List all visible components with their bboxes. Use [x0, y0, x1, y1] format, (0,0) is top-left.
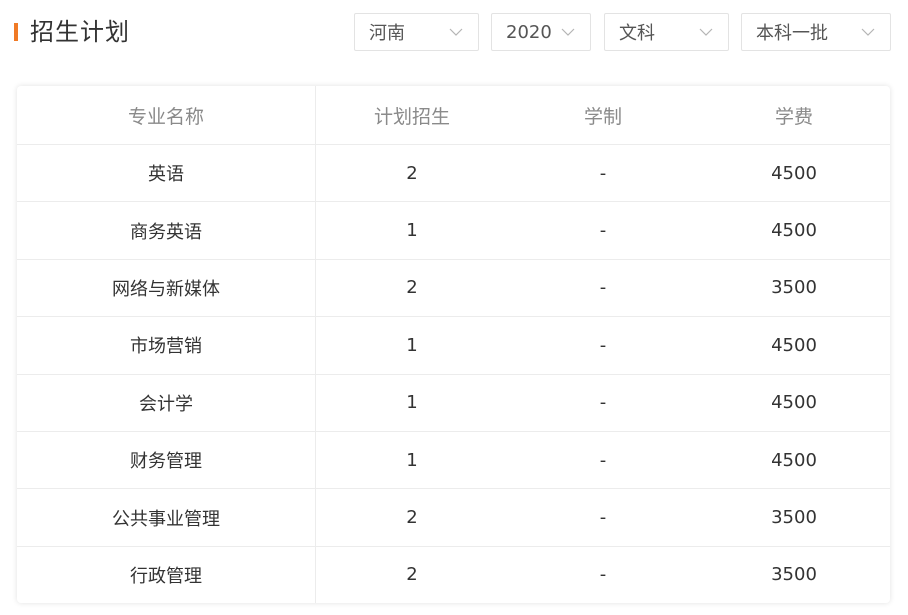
column-header-fee: 学费	[774, 105, 813, 128]
subject-select-value: 文科	[619, 23, 655, 44]
chevron-down-icon	[860, 27, 876, 37]
plan-cell: 2	[406, 162, 418, 184]
table-row: 市场营销 1 - 4500	[17, 316, 890, 374]
plan-cell: 2	[406, 564, 418, 586]
major-cell: 行政管理	[17, 546, 316, 603]
major-cell: 会计学	[17, 374, 316, 431]
table-row: 公共事业管理 2 - 3500	[17, 488, 890, 546]
year-select-value: 2020	[506, 21, 552, 43]
fee-cell: 3500	[771, 507, 817, 529]
page-title: 招生计划	[30, 18, 130, 46]
table-row: 行政管理 2 - 3500	[17, 545, 890, 603]
fee-cell: 3500	[771, 564, 817, 586]
subject-select[interactable]: 文科	[604, 13, 729, 51]
fee-cell: 3500	[771, 277, 817, 299]
page: 招生计划 河南 2020 文科 本科一批 专业名称 计划招生 学制 学费 英语 …	[0, 0, 908, 615]
major-cell: 商务英语	[17, 202, 316, 259]
batch-select[interactable]: 本科一批	[741, 13, 891, 51]
major-cell: 财务管理	[17, 431, 316, 489]
plan-cell: 2	[406, 277, 418, 299]
enrollment-plan-table: 专业名称 计划招生 学制 学费 英语 2 - 4500 商务英语 1 - 450…	[17, 86, 890, 603]
table-row: 商务英语 1 - 4500	[17, 201, 890, 259]
table-row: 网络与新媒体 2 - 3500	[17, 258, 890, 317]
table-row: 英语 2 - 4500	[17, 144, 890, 202]
major-cell: 公共事业管理	[17, 489, 316, 546]
duration-cell: -	[599, 277, 607, 299]
chevron-down-icon	[448, 27, 464, 37]
duration-cell: -	[599, 507, 607, 529]
plan-cell: 1	[406, 334, 418, 356]
fee-cell: 4500	[771, 449, 817, 471]
plan-cell: 1	[406, 449, 418, 471]
table-row: 财务管理 1 - 4500	[17, 430, 890, 489]
chevron-down-icon	[560, 27, 576, 37]
fee-cell: 4500	[771, 220, 817, 242]
major-cell: 英语	[17, 145, 316, 202]
title-accent-bar	[14, 23, 18, 41]
fee-cell: 4500	[771, 392, 817, 414]
duration-cell: -	[599, 162, 607, 184]
duration-cell: -	[599, 449, 607, 471]
duration-cell: -	[599, 564, 607, 586]
duration-cell: -	[599, 220, 607, 242]
column-header-major: 专业名称	[17, 86, 316, 144]
major-cell: 网络与新媒体	[17, 259, 316, 317]
chevron-down-icon	[698, 27, 714, 37]
section-header: 招生计划 河南 2020 文科 本科一批	[0, 0, 908, 70]
plan-cell: 2	[406, 507, 418, 529]
table-row: 会计学 1 - 4500	[17, 373, 890, 431]
duration-cell: -	[599, 392, 607, 414]
major-cell: 市场营销	[17, 317, 316, 374]
plan-cell: 1	[406, 220, 418, 242]
title-wrap: 招生计划	[14, 17, 130, 47]
duration-cell: -	[599, 334, 607, 356]
fee-cell: 4500	[771, 334, 817, 356]
province-select-value: 河南	[369, 23, 405, 44]
column-header-duration: 学制	[583, 105, 622, 128]
province-select[interactable]: 河南	[354, 13, 479, 51]
column-header-plan: 计划招生	[373, 105, 450, 128]
year-select[interactable]: 2020	[491, 13, 591, 51]
fee-cell: 4500	[771, 162, 817, 184]
batch-select-value: 本科一批	[756, 23, 828, 44]
table-header-row: 专业名称 计划招生 学制 学费	[17, 86, 890, 144]
plan-cell: 1	[406, 392, 418, 414]
